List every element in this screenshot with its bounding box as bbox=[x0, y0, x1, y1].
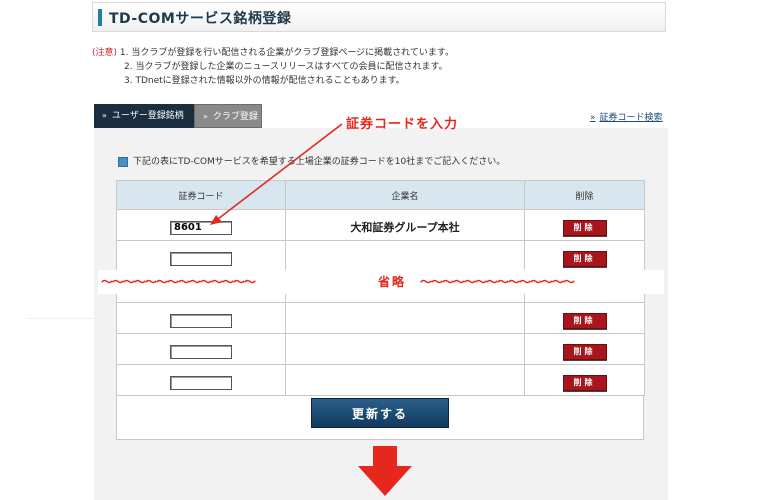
down-arrow-icon bbox=[358, 446, 412, 496]
callout-arrow-icon bbox=[210, 123, 343, 225]
annotation-arrows bbox=[210, 123, 412, 496]
